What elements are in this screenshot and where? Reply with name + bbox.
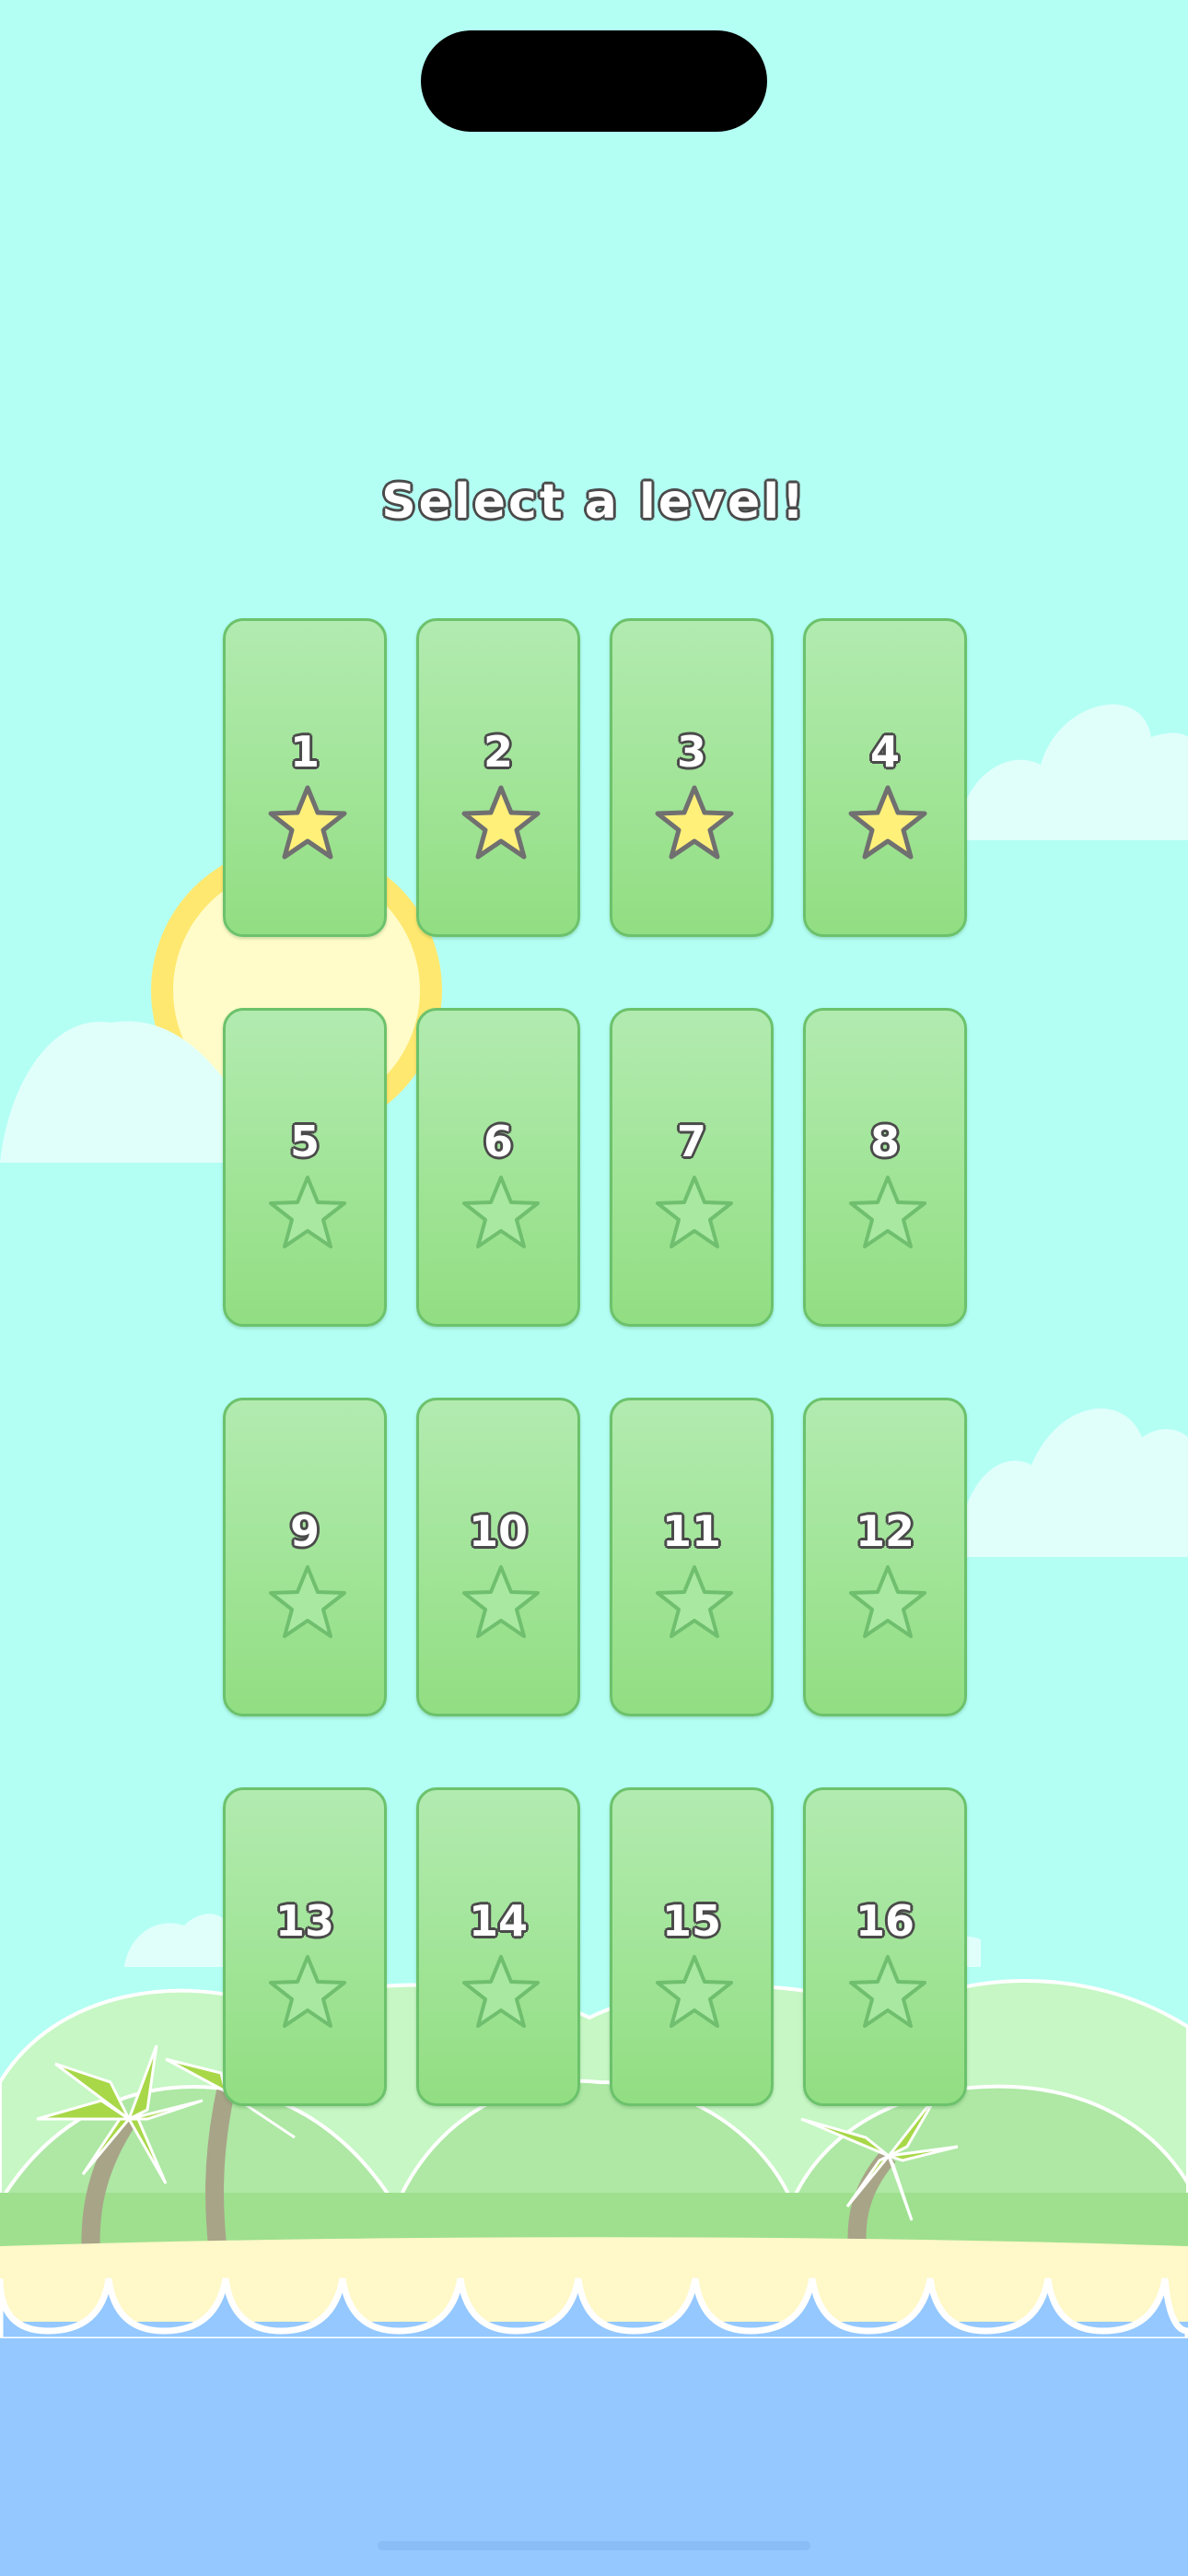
- level-number: 9: [289, 1506, 320, 1556]
- level-tile-2[interactable]: 2: [416, 618, 580, 937]
- level-tile-8[interactable]: 8: [803, 1008, 967, 1327]
- level-tile-9[interactable]: 9: [223, 1398, 387, 1716]
- level-number: 3: [676, 727, 706, 777]
- level-tile-15[interactable]: 15: [610, 1787, 774, 2106]
- level-number: 6: [483, 1117, 513, 1166]
- level-number: 14: [468, 1896, 528, 1946]
- level-tile-14[interactable]: 14: [416, 1787, 580, 2106]
- level-tile-3[interactable]: 3: [610, 618, 774, 937]
- level-number: 2: [483, 727, 513, 777]
- level-tile-10[interactable]: 10: [416, 1398, 580, 1716]
- star-earned-icon: [848, 785, 927, 860]
- star-empty-icon: [462, 1176, 540, 1248]
- star-empty-icon: [656, 1955, 733, 2028]
- level-number: 11: [661, 1506, 721, 1556]
- level-tile-6[interactable]: 6: [416, 1008, 580, 1327]
- level-number: 5: [289, 1117, 320, 1166]
- star-empty-icon: [849, 1176, 926, 1248]
- level-number: 15: [661, 1896, 721, 1946]
- level-tile-4[interactable]: 4: [803, 618, 967, 937]
- level-tile-11[interactable]: 11: [610, 1398, 774, 1716]
- star-empty-icon: [269, 1565, 346, 1638]
- level-number: 12: [855, 1506, 914, 1556]
- level-number: 16: [855, 1896, 914, 1946]
- star-empty-icon: [462, 1955, 540, 2028]
- star-earned-icon: [461, 785, 541, 860]
- level-tile-13[interactable]: 13: [223, 1787, 387, 2106]
- level-tile-12[interactable]: 12: [803, 1398, 967, 1716]
- level-number: 1: [289, 727, 320, 777]
- level-number: 13: [274, 1896, 334, 1946]
- level-tile-16[interactable]: 16: [803, 1787, 967, 2106]
- star-empty-icon: [269, 1176, 346, 1248]
- level-grid: 1 2 3 4 5 6 7 8 9 10 11 12 13 14 15 16: [0, 0, 1188, 2576]
- level-number: 10: [468, 1506, 528, 1556]
- level-tile-1[interactable]: 1: [223, 618, 387, 937]
- star-empty-icon: [269, 1955, 346, 2028]
- level-tile-5[interactable]: 5: [223, 1008, 387, 1327]
- level-number: 7: [676, 1117, 706, 1166]
- star-empty-icon: [849, 1565, 926, 1638]
- level-number: 4: [869, 727, 900, 777]
- home-indicator[interactable]: [378, 2541, 810, 2550]
- level-tile-7[interactable]: 7: [610, 1008, 774, 1327]
- star-empty-icon: [656, 1565, 733, 1638]
- star-empty-icon: [656, 1176, 733, 1248]
- level-number: 8: [869, 1117, 900, 1166]
- star-empty-icon: [462, 1565, 540, 1638]
- star-empty-icon: [849, 1955, 926, 2028]
- star-earned-icon: [268, 785, 347, 860]
- star-earned-icon: [655, 785, 734, 860]
